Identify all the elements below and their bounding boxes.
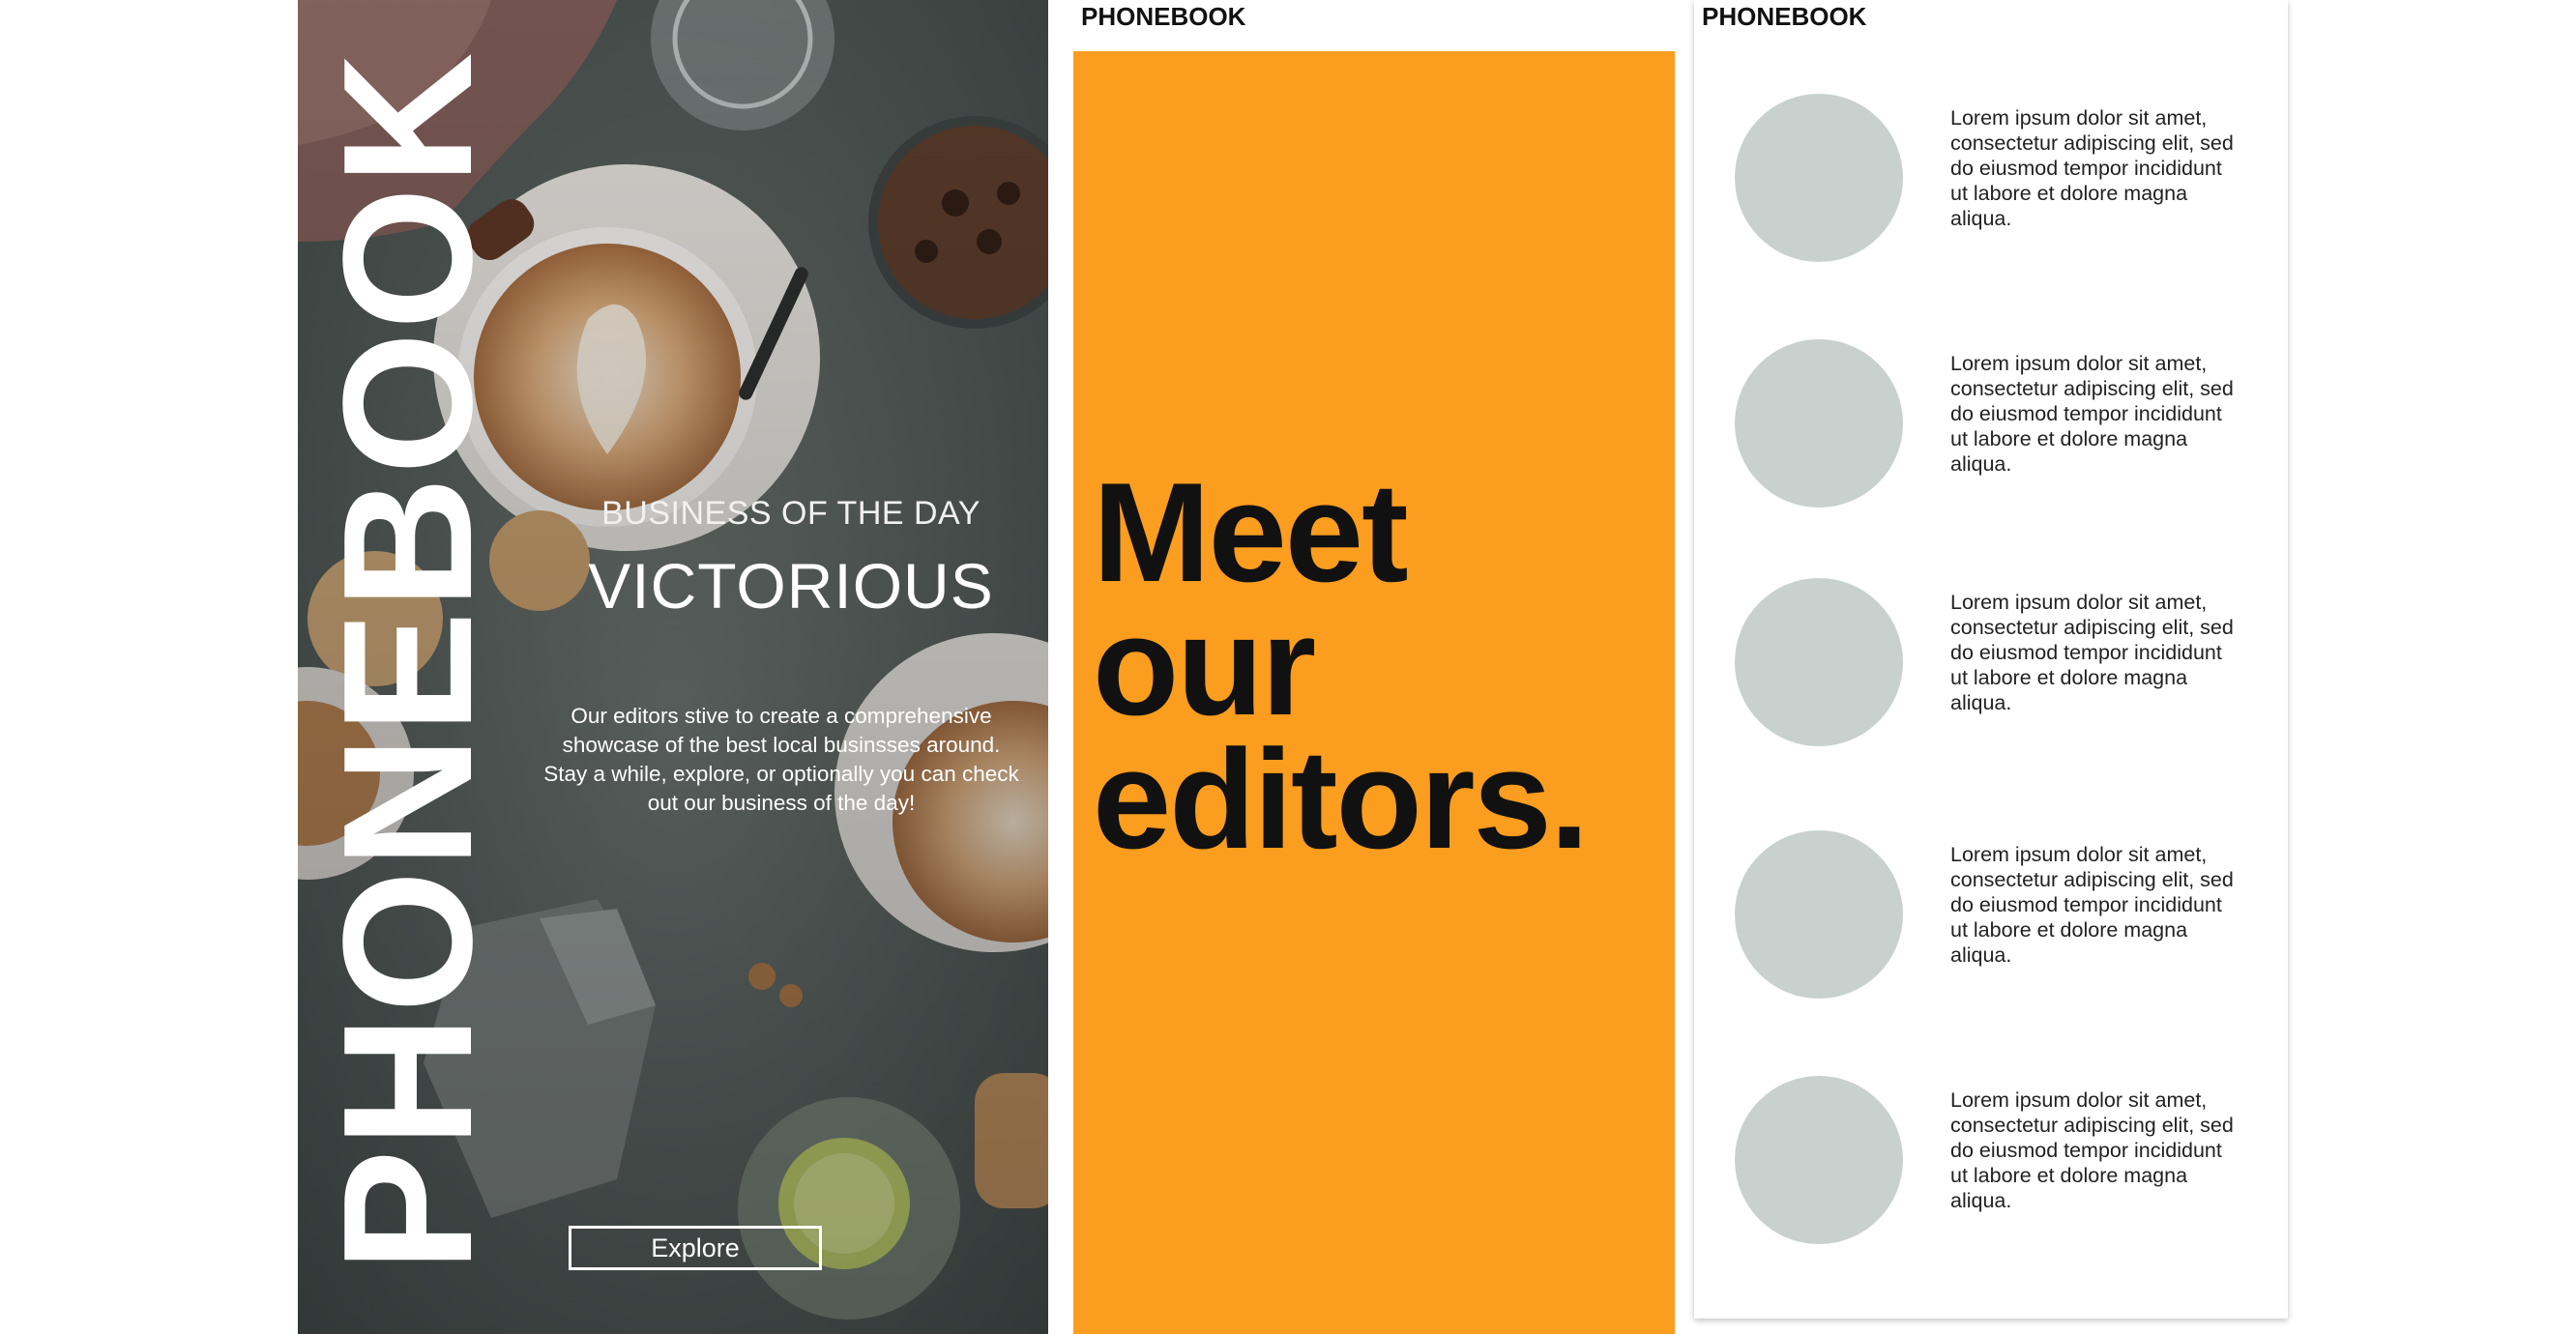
avatar (1735, 578, 1903, 746)
explore-button[interactable]: Explore (569, 1226, 822, 1270)
editors-intro-panel: PHONEBOOK Meet our editors. (1071, 0, 1675, 1334)
featured-business-name: VICTORIOUS (588, 550, 994, 622)
editor-list-item[interactable]: Lorem ipsum dolor sit amet, consectetur … (1735, 830, 2276, 1000)
editor-bio: Lorem ipsum dolor sit amet, consectetur … (1950, 352, 2234, 476)
editor-bio: Lorem ipsum dolor sit amet, consectetur … (1950, 106, 2234, 230)
editor-bio: Lorem ipsum dolor sit amet, consectetur … (1950, 843, 2234, 967)
heading-line-1: Meet (1093, 453, 1409, 611)
editor-bio: Lorem ipsum dolor sit amet, consectetur … (1950, 1088, 2234, 1212)
business-of-the-day-label: BUSINESS OF THE DAY (601, 495, 981, 532)
editor-list-item[interactable]: Lorem ipsum dolor sit amet, consectetur … (1735, 578, 2276, 747)
avatar (1735, 830, 1903, 999)
logo[interactable]: PHONEBOOK (1081, 2, 1245, 32)
editor-list-item[interactable]: Lorem ipsum dolor sit amet, consectetur … (1735, 94, 2276, 263)
heading-line-3: editors. (1093, 720, 1589, 878)
avatar (1735, 94, 1903, 262)
editor-list-panel: PHONEBOOK Lorem ipsum dolor sit amet, co… (1694, 0, 2288, 1319)
editor-list-item[interactable]: Lorem ipsum dolor sit amet, consectetur … (1735, 339, 2276, 508)
editor-list-item[interactable]: Lorem ipsum dolor sit amet, consectetur … (1735, 1076, 2276, 1245)
avatar (1735, 1076, 1903, 1244)
avatar (1735, 339, 1903, 508)
logo[interactable]: PHONEBOOK (1702, 2, 1866, 32)
hero-panel: PHONEBOOK BUSINESS OF THE DAY VICTORIOUS… (298, 0, 1048, 1334)
editor-bio: Lorem ipsum dolor sit amet, consectetur … (1950, 591, 2234, 714)
intro-paragraph: Our editors stive to create a comprehens… (543, 704, 1019, 815)
brand-wordmark-vertical: PHONEBOOK (306, 50, 511, 1272)
heading-line-2: our (1093, 587, 1316, 744)
editors-heading: Meet our editors. (1093, 453, 1673, 878)
